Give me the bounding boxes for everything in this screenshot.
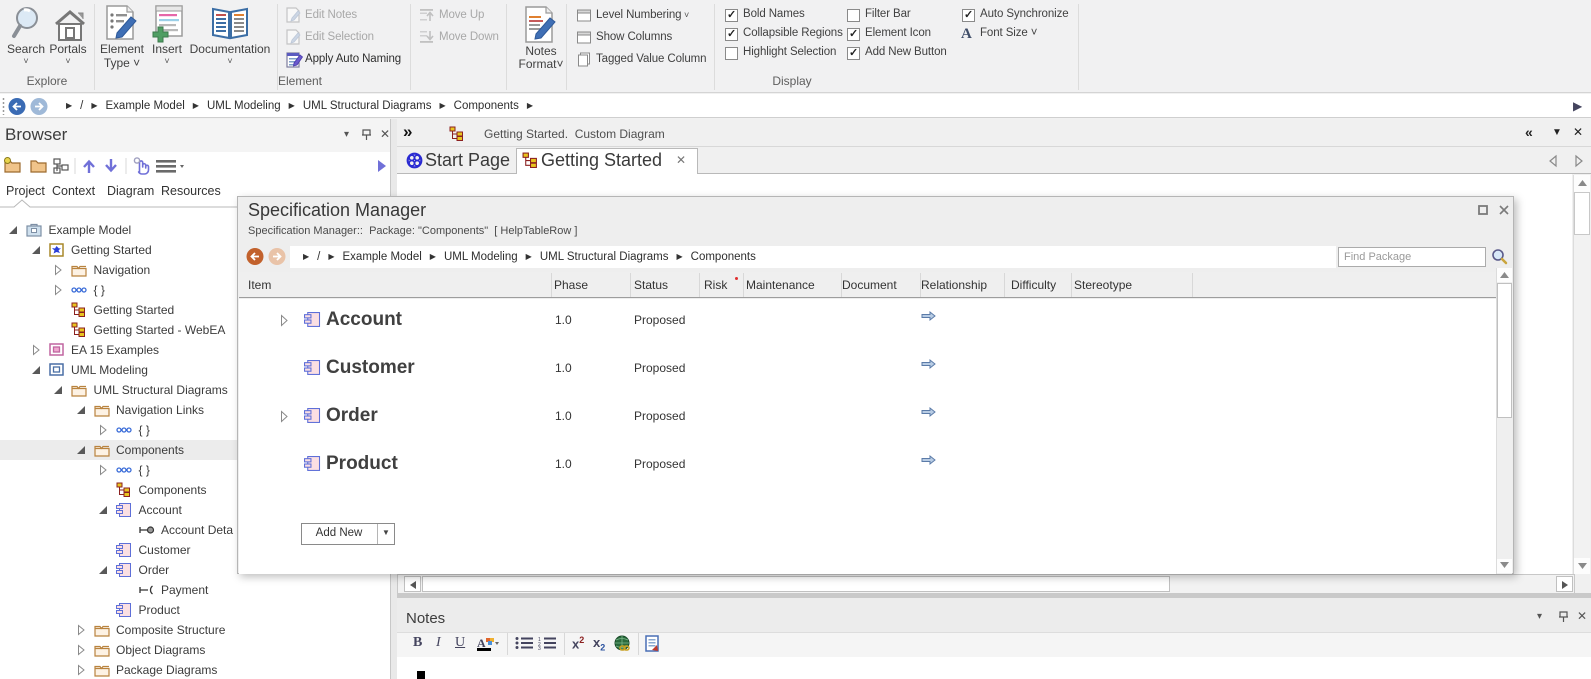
svg-text:3: 3 bbox=[538, 646, 541, 652]
svg-text:A: A bbox=[477, 636, 486, 650]
